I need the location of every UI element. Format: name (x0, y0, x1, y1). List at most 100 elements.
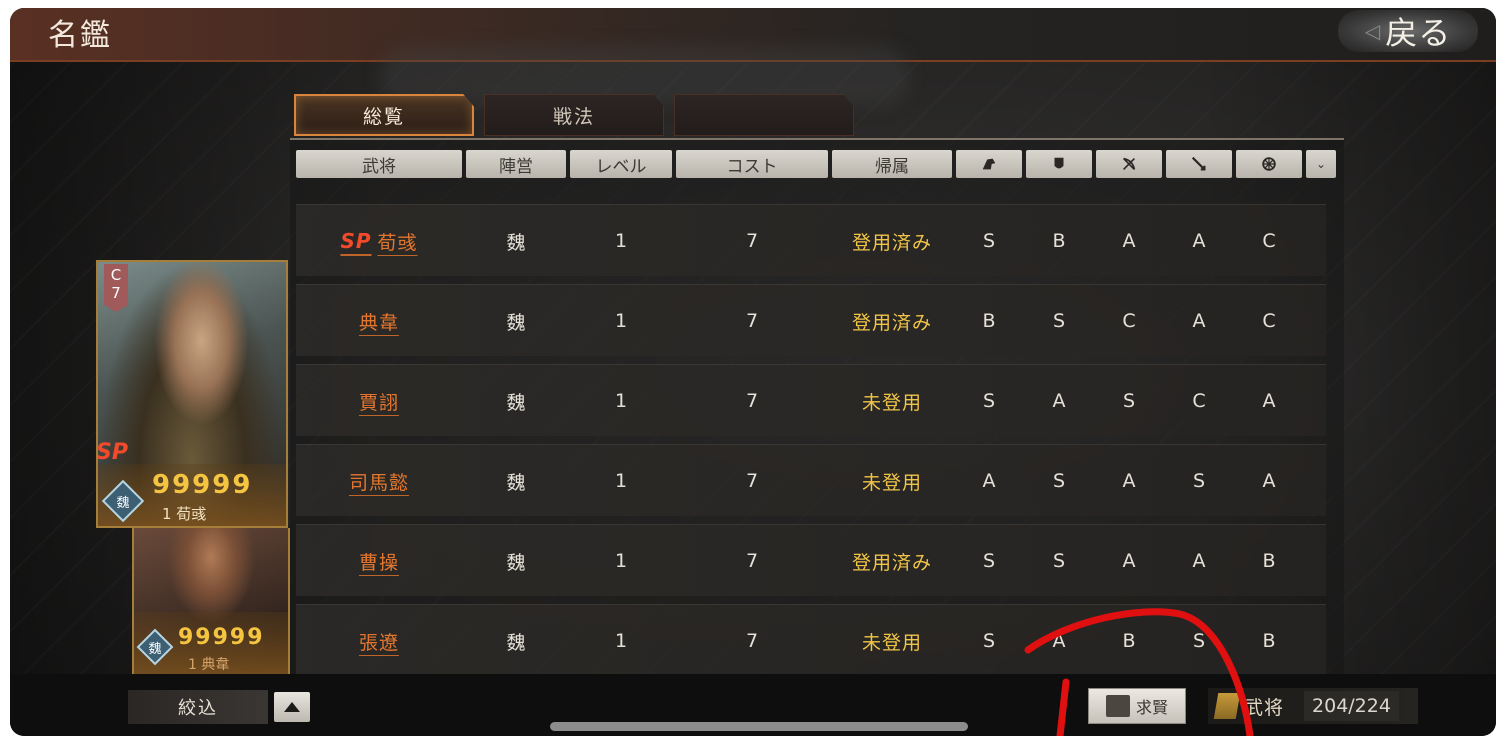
cell-aptitude: B (1122, 630, 1136, 652)
cell-faction: 魏 (506, 551, 526, 574)
card-name: 1 典韋 (188, 657, 230, 673)
cell-aptitude: S (982, 230, 996, 252)
general-card-dianwei[interactable]: 魏 99999 1 典韋 (132, 528, 290, 676)
cell-aptitude: B (982, 310, 996, 332)
general-name: 司馬懿 (348, 471, 409, 494)
column-header-general[interactable]: 武将 (296, 150, 462, 178)
card-stars: 99999 (152, 470, 253, 500)
column-header-affiliation[interactable]: 帰属 (832, 150, 952, 178)
general-name: 賈詡 (358, 391, 399, 414)
cell-status: 未登用 (861, 471, 922, 494)
general-name-link[interactable]: 典韋 (296, 285, 462, 357)
back-button[interactable]: ◁ 戻る (1338, 10, 1478, 52)
cell-aptitude: S (1052, 550, 1066, 572)
home-indicator[interactable] (550, 722, 968, 731)
general-name: 曹操 (358, 551, 399, 574)
cell-status: 登用済み (851, 311, 932, 334)
tab-overview[interactable]: 総覧 (294, 94, 474, 136)
cell-aptitude: A (982, 470, 996, 492)
cell-aptitude: A (1262, 470, 1276, 492)
column-header-cost[interactable]: コスト (676, 150, 828, 178)
table-row[interactable]: 曹操 魏 1 7 登用済み S S A A B (296, 524, 1326, 596)
general-book-icon (1213, 693, 1241, 719)
column-header-shield[interactable] (1026, 150, 1092, 178)
spear-icon (1191, 156, 1206, 171)
cell-aptitude: A (1052, 630, 1066, 652)
cell-aptitude: C (1262, 310, 1276, 332)
triangle-up-icon (284, 702, 300, 712)
general-count-label: 武将 (1244, 696, 1285, 719)
cell-aptitude: S (982, 390, 996, 412)
chevron-down-icon: ⌄ (1315, 157, 1327, 171)
tab-obscured[interactable] (674, 94, 854, 136)
cell-aptitude: C (1192, 390, 1206, 412)
cell-status: 登用済み (851, 231, 932, 254)
siege-icon (1262, 157, 1276, 171)
cell-aptitude: S (982, 630, 996, 652)
column-header-spear[interactable] (1166, 150, 1232, 178)
column-header-level[interactable]: レベル (570, 150, 672, 178)
cell-level: 1 (614, 310, 628, 332)
filter-button[interactable]: 絞込 (128, 690, 268, 724)
cell-faction: 魏 (506, 631, 526, 654)
cell-cost: 7 (745, 390, 759, 412)
back-button-label: 戻る (1385, 14, 1452, 52)
shield-icon (1054, 157, 1064, 169)
cell-status: 未登用 (861, 391, 922, 414)
cell-cost: 7 (745, 630, 759, 652)
general-name: 張遼 (358, 631, 399, 654)
general-card-xunyu[interactable]: C 7 SP 魏 99999 1 荀彧 (96, 260, 288, 528)
cell-aptitude: C (1262, 230, 1276, 252)
cell-aptitude: A (1192, 310, 1206, 332)
general-name-link[interactable]: SP 荀彧 (296, 205, 462, 277)
cell-aptitude: A (1192, 230, 1206, 252)
general-name-link[interactable]: 曹操 (296, 525, 462, 597)
cost-tag: C 7 (104, 264, 128, 312)
cell-aptitude: A (1262, 390, 1276, 412)
column-header-faction[interactable]: 陣営 (466, 150, 566, 178)
cell-aptitude: A (1052, 390, 1066, 412)
cell-status: 登用済み (851, 551, 932, 574)
game-screen: 名鑑 ◁ 戻る 総覧 戦法 武将 陣営 レベル コスト 帰属 ⌄ SP 荀彧 魏… (10, 8, 1496, 736)
table-row[interactable]: SP 荀彧 魏 1 7 登用済み S B A A C (296, 204, 1326, 276)
cell-status: 未登用 (861, 631, 922, 654)
bow-icon (1123, 157, 1136, 170)
general-name-link[interactable]: 司馬懿 (296, 445, 462, 517)
cell-aptitude: A (1122, 230, 1136, 252)
general-name-link[interactable]: 張遼 (296, 605, 462, 677)
cell-aptitude: S (982, 550, 996, 572)
recruit-label: 求賢 (1135, 698, 1168, 717)
cell-level: 1 (614, 470, 628, 492)
cell-level: 1 (614, 230, 628, 252)
column-header-siege[interactable] (1236, 150, 1302, 178)
general-name: 荀彧 (377, 231, 418, 254)
table-row[interactable]: 典韋 魏 1 7 登用済み B S C A C (296, 284, 1326, 356)
cell-cost: 7 (745, 470, 759, 492)
table-row[interactable]: 賈詡 魏 1 7 未登用 S A S C A (296, 364, 1326, 436)
column-header-more[interactable]: ⌄ (1306, 150, 1336, 178)
cell-faction: 魏 (506, 471, 526, 494)
general-name: 典韋 (358, 311, 399, 334)
general-count-box: 武将 204/224 (1208, 688, 1418, 724)
cell-aptitude: S (1052, 470, 1066, 492)
tab-tactics[interactable]: 戦法 (484, 94, 664, 136)
table-row[interactable]: 張遼 魏 1 7 未登用 S A B S B (296, 604, 1326, 676)
cell-faction: 魏 (506, 391, 526, 414)
page-title: 名鑑 (48, 18, 112, 53)
general-name-link[interactable]: 賈詡 (296, 365, 462, 437)
chevron-left-icon: ◁ (1364, 19, 1382, 43)
cell-aptitude: S (1052, 310, 1066, 332)
general-table: 武将 陣営 レベル コスト 帰属 ⌄ SP 荀彧魏 1 7 登用済み S B A… (290, 138, 1344, 678)
card-name: 1 荀彧 (162, 505, 207, 523)
column-header-bow[interactable] (1096, 150, 1162, 178)
cell-aptitude: S (1192, 630, 1206, 652)
filter-toggle-button[interactable] (274, 692, 310, 722)
recruit-icon (1105, 695, 1130, 717)
cell-aptitude: S (1192, 470, 1206, 492)
recruit-button[interactable]: 求賢 (1088, 688, 1186, 724)
cell-aptitude: S (1122, 390, 1136, 412)
table-row[interactable]: 司馬懿 魏 1 7 未登用 A S A S A (296, 444, 1326, 516)
cell-level: 1 (614, 550, 628, 572)
column-header-cavalry[interactable] (956, 150, 1022, 178)
sp-badge: SP (96, 440, 128, 465)
